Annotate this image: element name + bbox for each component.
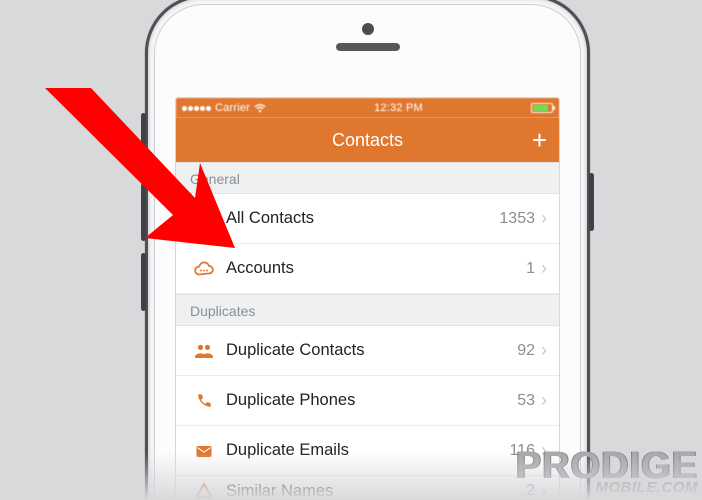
- row-all-contacts[interactable]: All Contacts 1353 ›: [176, 194, 559, 244]
- row-count: 92: [517, 342, 535, 360]
- watermark-line1: PRODIGE: [516, 451, 698, 482]
- section-header-general: General: [176, 162, 559, 194]
- list-general: All Contacts 1353 › Accounts 1 ›: [176, 194, 559, 294]
- people-icon: [190, 341, 218, 361]
- phone-shell: Carrier 12:32 PM Contacts + General: [145, 0, 590, 500]
- chevron-right-icon: ›: [541, 340, 547, 361]
- add-contact-button[interactable]: +: [532, 118, 547, 162]
- row-similar-names[interactable]: Similar Names 2 ›: [176, 476, 559, 500]
- power-button: [589, 173, 594, 231]
- navbar: Contacts +: [176, 118, 559, 162]
- row-label: Similar Names: [226, 482, 526, 500]
- clock: 12:32 PM: [374, 102, 423, 114]
- chevron-right-icon: ›: [541, 390, 547, 411]
- section-header-duplicates: Duplicates: [176, 294, 559, 326]
- chevron-right-icon: ›: [541, 258, 547, 279]
- row-label: Accounts: [226, 259, 526, 278]
- row-duplicate-phones[interactable]: Duplicate Phones 53 ›: [176, 376, 559, 426]
- row-duplicate-contacts[interactable]: Duplicate Contacts 92 ›: [176, 326, 559, 376]
- warning-icon: [190, 481, 218, 500]
- row-label: All Contacts: [226, 209, 499, 228]
- row-count: 1: [526, 260, 535, 278]
- signal-strength-icon: [182, 106, 211, 111]
- row-count: 53: [517, 392, 535, 410]
- earpiece: [336, 43, 400, 51]
- phone-icon: [190, 391, 218, 411]
- phone-bezel: Carrier 12:32 PM Contacts + General: [154, 4, 581, 500]
- row-duplicate-emails[interactable]: Duplicate Emails 116 ›: [176, 426, 559, 476]
- cloud-icon: [190, 259, 218, 279]
- person-icon: [190, 209, 218, 229]
- row-label: Duplicate Emails: [226, 441, 509, 460]
- stage: Carrier 12:32 PM Contacts + General: [0, 0, 702, 500]
- wifi-icon: [254, 103, 266, 113]
- row-label: Duplicate Contacts: [226, 341, 517, 360]
- carrier-label: Carrier: [215, 102, 250, 114]
- battery-icon: [531, 103, 553, 113]
- row-count: 1353: [499, 210, 535, 228]
- front-camera: [362, 23, 374, 35]
- volume-down-button: [141, 253, 146, 311]
- watermark: PRODIGE MOBILE.COM: [516, 451, 702, 494]
- chevron-right-icon: ›: [541, 208, 547, 229]
- page-title: Contacts: [332, 130, 403, 151]
- screen: Carrier 12:32 PM Contacts + General: [175, 97, 560, 500]
- volume-up-button: [141, 183, 146, 241]
- row-label: Duplicate Phones: [226, 391, 517, 410]
- mute-switch: [141, 113, 146, 147]
- list-duplicates: Duplicate Contacts 92 › Duplicate Phones…: [176, 326, 559, 500]
- status-bar: Carrier 12:32 PM: [176, 98, 559, 118]
- envelope-icon: [190, 441, 218, 461]
- row-accounts[interactable]: Accounts 1 ›: [176, 244, 559, 294]
